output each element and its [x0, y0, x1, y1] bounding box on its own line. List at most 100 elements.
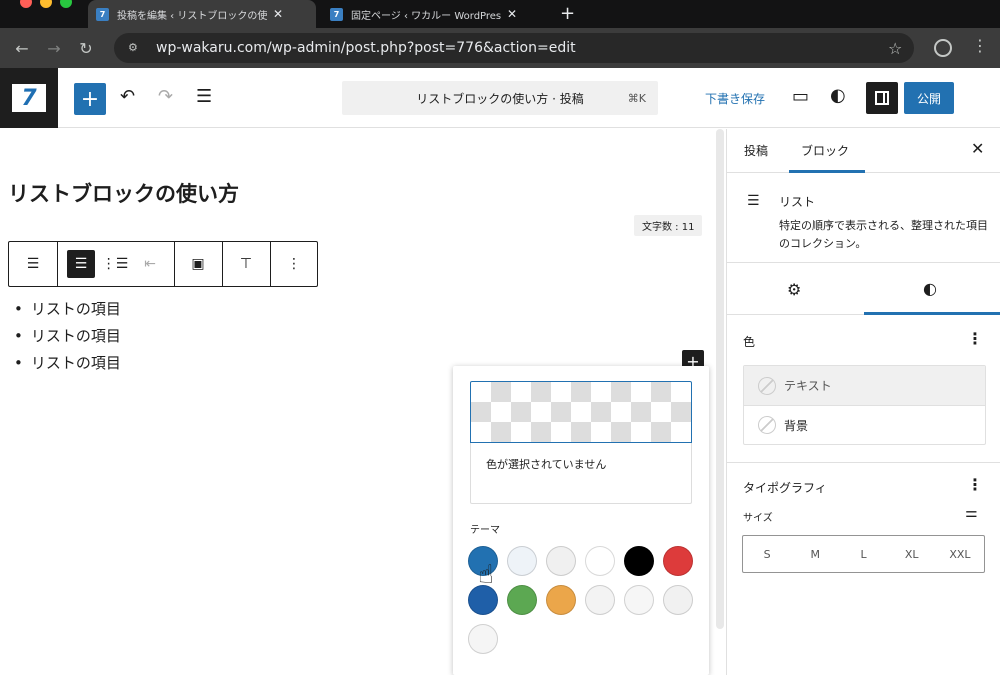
color-swatch[interactable]	[468, 624, 498, 654]
save-draft-button[interactable]: 下書き保存	[705, 90, 765, 107]
color-preview	[470, 381, 692, 443]
background-color-item[interactable]: 背景	[744, 405, 985, 444]
size-option[interactable]: M	[791, 536, 839, 572]
custom-size-icon[interactable]: ⚌	[965, 505, 978, 521]
text-color-label: テキスト	[784, 379, 832, 393]
align-icon[interactable]: ⊤	[223, 242, 269, 286]
color-section-title: 色	[743, 335, 756, 349]
sidebar-icon	[875, 91, 889, 105]
color-swatch[interactable]	[585, 546, 615, 576]
browser-toolbar: ← → ↻ ⚙ wp-wakaru.com/wp-admin/post.php?…	[0, 28, 1000, 68]
editor-header: 7 + ↶ ↷ ☰ リストブロックの使い方 · 投稿 ⌘K 下書き保存 ▭ ◐ …	[0, 68, 1000, 128]
logo-mark: 7	[12, 84, 46, 112]
word-count: 文字数 : 11	[634, 215, 703, 236]
command-bar-title: リストブロックの使い方 · 投稿	[416, 91, 584, 106]
redo-icon[interactable]: ↷	[158, 86, 173, 107]
block-name: リスト	[779, 195, 816, 209]
browser-menu-icon[interactable]: ⋮	[972, 36, 988, 55]
publish-button[interactable]: 公開	[904, 82, 954, 114]
typography-options-icon[interactable]: ⋮	[967, 475, 983, 494]
list-item[interactable]: リストの項目	[14, 323, 121, 350]
styles-icon[interactable]: ◐	[830, 85, 846, 106]
block-description: 特定の順序で表示される、整理された項目のコレクション。	[779, 219, 988, 250]
color-swatch[interactable]	[624, 546, 654, 576]
unordered-list-button[interactable]: ☰	[63, 242, 99, 286]
color-panel: 色 ⋮ テキスト 背景	[727, 315, 1000, 463]
back-arrow-icon[interactable]: ←	[8, 39, 36, 58]
size-option[interactable]: S	[743, 536, 791, 572]
hand-pointer-icon: ☝	[478, 560, 494, 590]
settings-gear-icon[interactable]: ⚙	[787, 280, 801, 299]
size-option[interactable]: L	[839, 536, 887, 572]
close-tab-icon[interactable]: ✕	[507, 7, 517, 21]
settings-sidebar: 投稿 ブロック ✕ ☰ リスト 特定の順序で表示される、整理された項目のコレクシ…	[726, 129, 1000, 675]
address-bar[interactable]: ⚙ wp-wakaru.com/wp-admin/post.php?post=7…	[114, 33, 914, 63]
forward-arrow-icon[interactable]: →	[40, 39, 68, 58]
close-tab-icon[interactable]: ✕	[273, 7, 283, 21]
color-swatch[interactable]	[624, 585, 654, 615]
browser-tab-active[interactable]: 7 投稿を編集 ‹ リストブロックの使 ✕	[88, 0, 316, 28]
reload-icon[interactable]: ↻	[72, 39, 100, 58]
sidebar-tabs: 投稿 ブロック ✕	[727, 129, 1000, 173]
block-card: ☰ リスト 特定の順序で表示される、整理された項目のコレクション。	[727, 173, 1000, 263]
background-color-label: 背景	[784, 418, 809, 433]
post-title[interactable]: リストブロックの使い方	[8, 178, 239, 208]
site-settings-icon[interactable]: ⚙	[128, 41, 146, 55]
no-color-text: 色が選択されていません	[470, 443, 692, 504]
close-window-dot[interactable]	[20, 0, 32, 8]
more-options-icon[interactable]: ⋮	[271, 242, 317, 286]
block-toolbar: ☰ ☰ ⋮☰ ⇤ ▣ ⊤ ⋮	[8, 241, 318, 287]
color-swatch[interactable]	[507, 585, 537, 615]
tab-bar: 7 投稿を編集 ‹ リストブロックの使 ✕ 7 固定ページ ‹ ワカルー Wor…	[0, 0, 1000, 28]
browser-chrome: 7 投稿を編集 ‹ リストブロックの使 ✕ 7 固定ページ ‹ ワカルー Wor…	[0, 0, 1000, 68]
wp-favicon-icon: 7	[96, 7, 109, 21]
editor-scrollbar[interactable]	[716, 129, 724, 629]
command-palette-bar[interactable]: リストブロックの使い方 · 投稿 ⌘K	[342, 81, 658, 115]
color-swatch[interactable]	[546, 546, 576, 576]
preview-icon[interactable]: ▭	[792, 86, 809, 107]
profile-icon[interactable]	[934, 39, 952, 57]
block-type-icon[interactable]: ☰	[9, 242, 57, 286]
color-swatch[interactable]	[663, 546, 693, 576]
styles-half-circle-icon[interactable]: ◐	[923, 279, 937, 298]
size-option[interactable]: XXL	[936, 536, 984, 572]
close-icon[interactable]: ✕	[971, 139, 984, 158]
color-swatch[interactable]	[546, 585, 576, 615]
tab-post[interactable]: 投稿	[744, 142, 768, 159]
undo-icon[interactable]: ↶	[120, 86, 135, 107]
size-option[interactable]: XL	[888, 536, 936, 572]
list-item[interactable]: リストの項目	[14, 350, 121, 377]
color-swatch[interactable]	[507, 546, 537, 576]
color-swatch[interactable]	[585, 585, 615, 615]
site-logo[interactable]: 7	[0, 68, 58, 128]
minimize-window-dot[interactable]	[40, 0, 52, 8]
url-text: wp-wakaru.com/wp-admin/post.php?post=776…	[156, 40, 576, 56]
font-size-picker: S M L XL XXL	[742, 535, 985, 573]
color-swatch[interactable]	[663, 585, 693, 615]
document-overview-icon[interactable]: ☰	[196, 86, 212, 107]
bullet-list-icon: ☰	[67, 250, 95, 278]
no-color-indicator-icon	[758, 376, 776, 395]
text-color-item[interactable]: テキスト	[744, 366, 985, 405]
typography-title: タイポグラフィ	[743, 481, 827, 495]
color-picker-popover: 色が選択されていません テーマ	[453, 366, 709, 675]
browser-tab[interactable]: 7 固定ページ ‹ ワカルー WordPress ✕	[322, 0, 550, 28]
maximize-window-dot[interactable]	[60, 0, 72, 8]
list-item[interactable]: リストの項目	[14, 296, 121, 323]
theme-palette-label: テーマ	[470, 525, 500, 536]
block-inserter-button[interactable]: +	[74, 83, 106, 115]
bookmark-star-icon[interactable]: ☆	[888, 39, 902, 58]
block-settings-tabs: ⚙ ◐	[727, 263, 1000, 315]
size-label: サイズ	[743, 513, 773, 524]
color-options-icon[interactable]: ⋮	[967, 329, 983, 348]
no-color-indicator-icon	[758, 416, 776, 434]
tab-title: 投稿を編集 ‹ リストブロックの使	[117, 10, 267, 22]
text-direction-icon[interactable]: ▣	[175, 242, 221, 286]
list-block[interactable]: リストの項目 リストの項目 リストの項目	[14, 296, 121, 377]
new-tab-icon[interactable]: +	[560, 3, 575, 24]
ordered-list-button[interactable]: ⋮☰	[99, 242, 131, 286]
settings-toggle-button[interactable]	[866, 82, 898, 114]
list-block-icon: ☰	[747, 193, 760, 209]
tab-block[interactable]: ブロック	[801, 142, 849, 159]
outdent-button[interactable]: ⇤	[133, 242, 167, 286]
